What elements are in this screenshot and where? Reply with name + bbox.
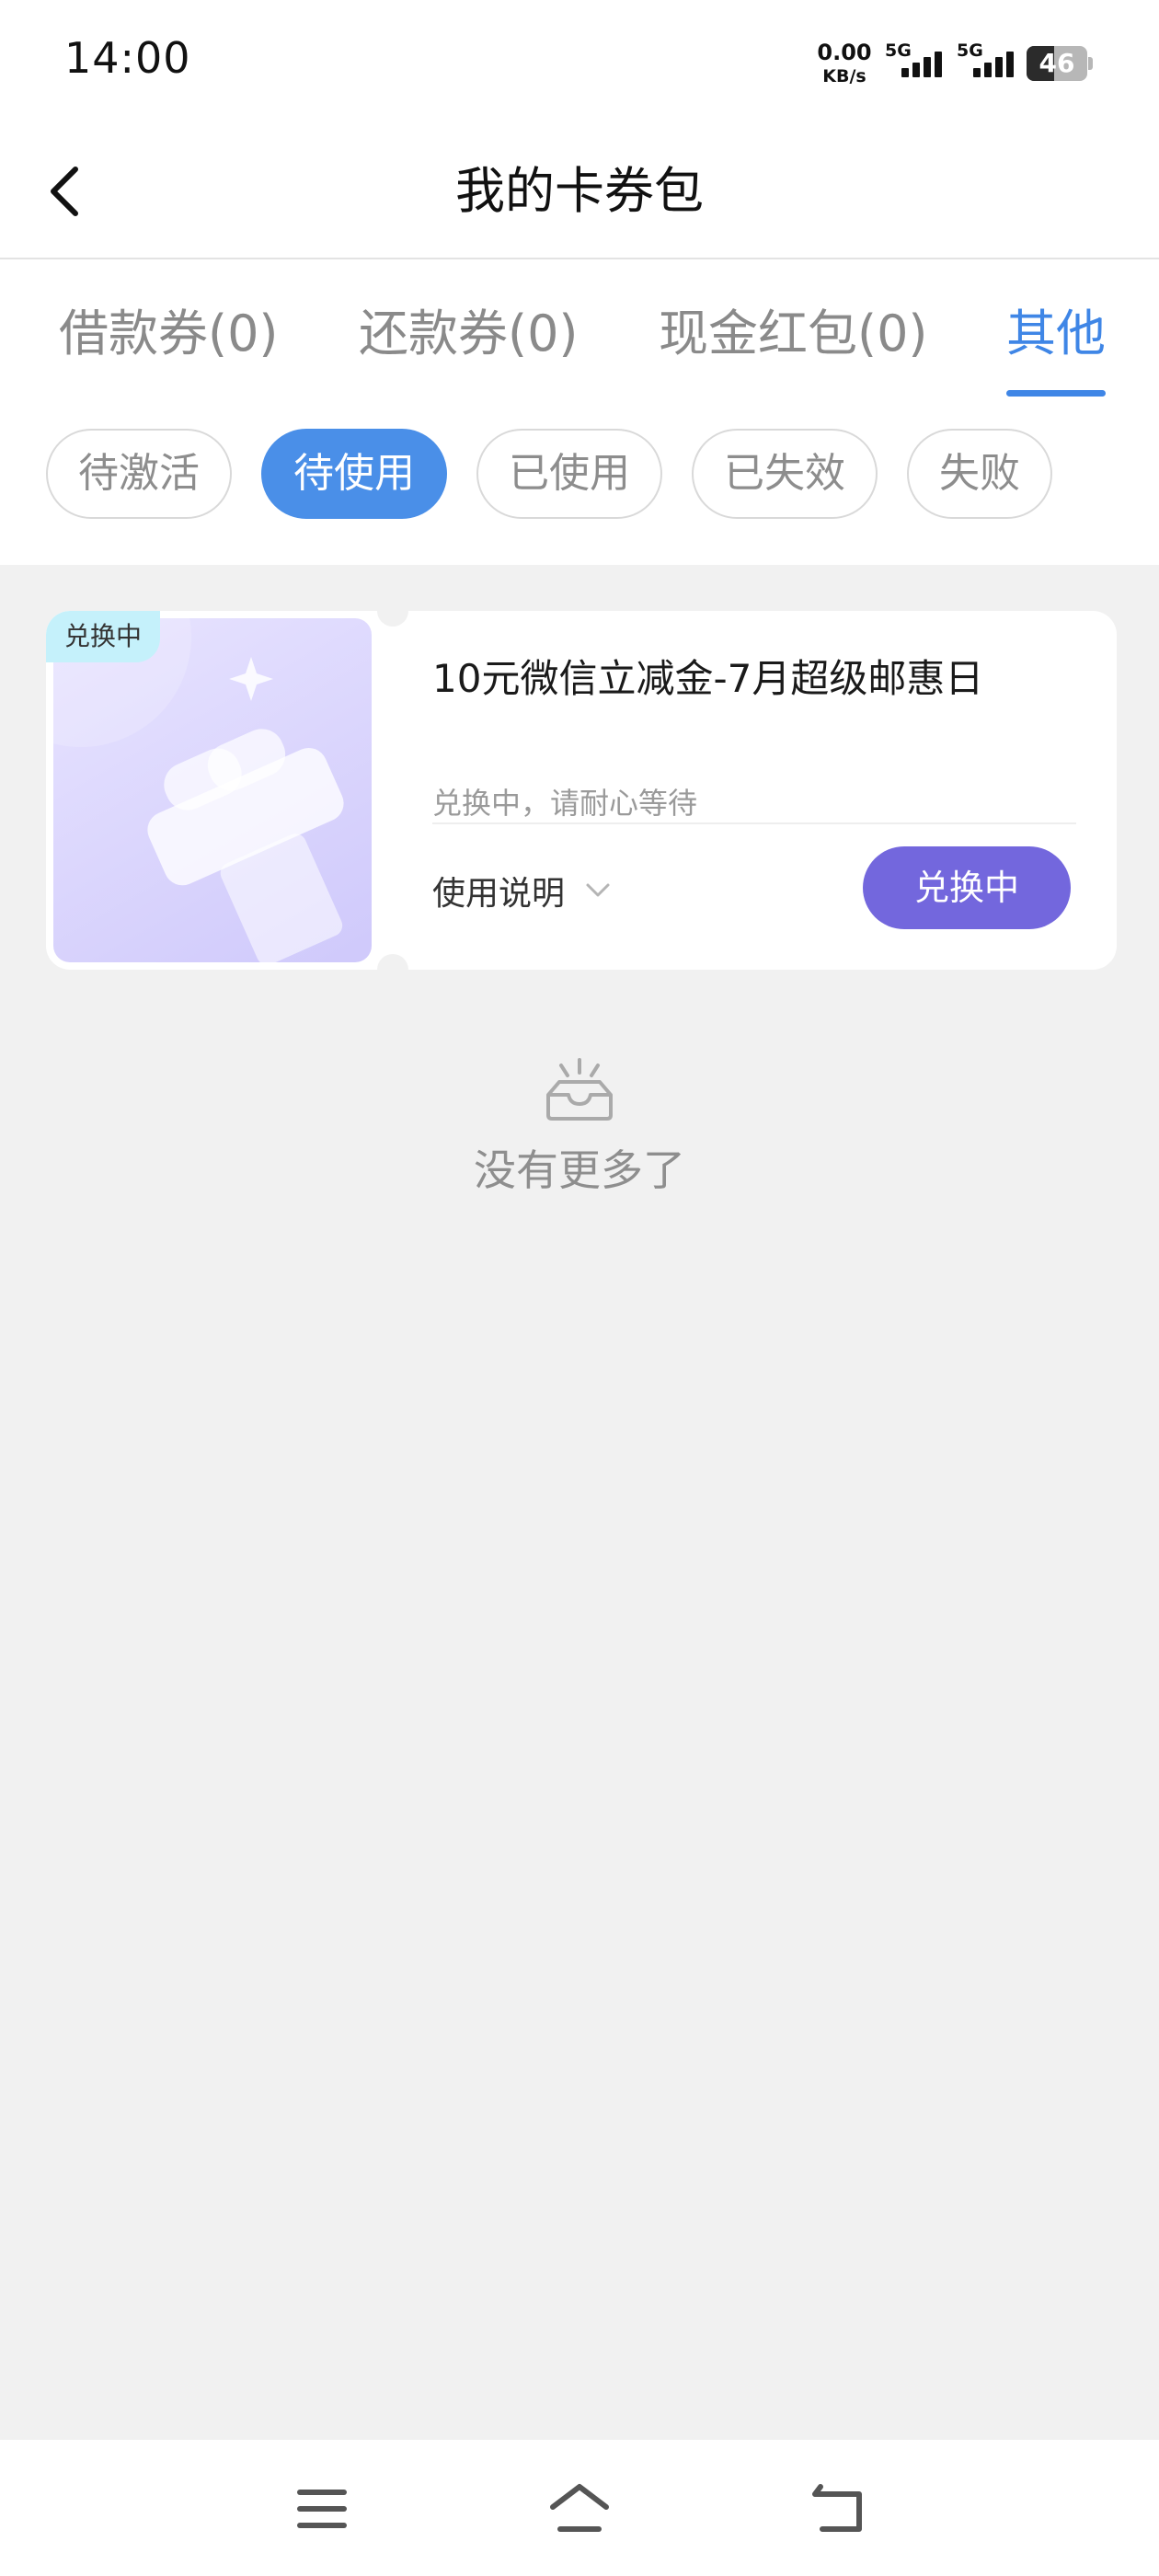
signal-2-label: 5G (957, 40, 983, 61)
status-badge: 兑换中 (46, 611, 161, 662)
network-speed-unit: KB/s (822, 66, 866, 86)
back-button[interactable] (28, 155, 101, 228)
nav-menu-button[interactable] (285, 2477, 359, 2541)
filter-used[interactable]: 已使用 (476, 429, 662, 519)
battery-icon: 46 (1027, 46, 1093, 81)
filter-pending-use[interactable]: 待使用 (261, 429, 447, 519)
empty-inbox-icon (546, 1058, 613, 1121)
usage-instructions-toggle[interactable]: 使用说明 (432, 867, 611, 914)
filter-pending-activation[interactable]: 待激活 (46, 429, 232, 519)
header: 我的卡券包 (0, 129, 1159, 259)
nav-home-button[interactable] (543, 2477, 616, 2541)
status-bar: 14:00 0.00 KB/s 5G 5G 46 (0, 0, 1159, 129)
filter-failed[interactable]: 失败 (907, 429, 1052, 519)
coupon-subtitle: 兑换中，请耐心等待 (432, 786, 698, 821)
signal-1-label: 5G (885, 40, 912, 61)
nav-back-button[interactable] (802, 2477, 876, 2541)
exchange-button[interactable]: 兑换中 (863, 846, 1071, 929)
chevron-down-icon (586, 883, 610, 897)
coupon-thumbnail (53, 618, 372, 962)
card-divider (432, 822, 1076, 824)
card-notch-top (377, 611, 408, 627)
tab-repayment-coupon[interactable]: 还款券(0) (359, 293, 579, 365)
gift-icon (53, 618, 344, 962)
status-time: 14:00 (64, 33, 191, 83)
back-arrow-icon (812, 2484, 862, 2532)
chevron-left-icon (51, 167, 78, 216)
no-more-hint: 没有更多了 (474, 1145, 685, 1195)
tab-bar: 借款券(0) 还款券(0) 现金红包(0) 其他 (0, 276, 1159, 405)
tab-other[interactable]: 其他 (1006, 293, 1106, 365)
home-icon (550, 2484, 609, 2532)
tab-cash-red-packet[interactable]: 现金红包(0) (659, 293, 928, 365)
coupon-title: 10元微信立减金-7月超级邮惠日 (432, 656, 984, 701)
coupon-card[interactable]: 兑换中 10元微信立减金-7月超级邮惠日 兑换中，请耐心等待 使用说明 兑换中 (46, 611, 1117, 970)
signal-2-icon: 5G (957, 40, 1023, 83)
tab-active-indicator (1006, 390, 1106, 397)
card-notch-bottom (377, 954, 408, 970)
tab-loan-coupon[interactable]: 借款券(0) (59, 293, 279, 365)
page-title: 我的卡券包 (455, 162, 704, 220)
network-speed: 0.00 KB/s (817, 40, 872, 88)
signal-1-icon: 5G (885, 40, 951, 83)
usage-instructions-label: 使用说明 (432, 875, 566, 913)
battery-level: 46 (1039, 48, 1075, 78)
system-navigation-bar (0, 2440, 1159, 2576)
network-speed-value: 0.00 (817, 40, 872, 65)
filter-expired[interactable]: 已失效 (692, 429, 878, 519)
menu-icon (297, 2490, 347, 2528)
